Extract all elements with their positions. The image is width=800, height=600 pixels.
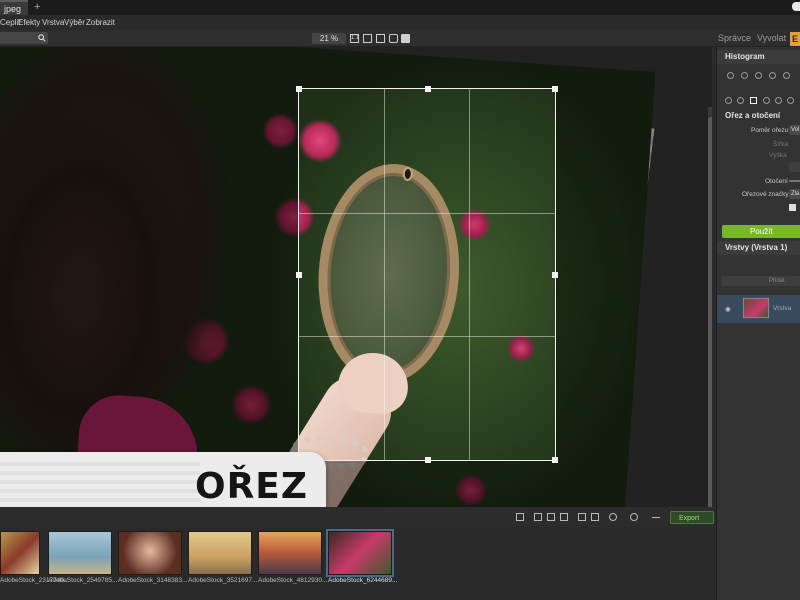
- copy-icon[interactable]: [547, 513, 555, 521]
- menu-item-zobrazit[interactable]: Zobrazit: [86, 15, 115, 30]
- apply-button[interactable]: Použít: [722, 225, 800, 238]
- menu-bar: Ceplit Efekty Vrstva Výběr Zobrazit: [0, 15, 800, 30]
- lock-icon[interactable]: [389, 34, 398, 43]
- thumbnail-2[interactable]: [48, 531, 112, 575]
- vertical-scrollbar[interactable]: [708, 107, 712, 507]
- search-icon: [38, 34, 46, 42]
- crop-grid-line: [299, 212, 555, 214]
- aspect-ratio-label: Poměr ořezu: [751, 127, 789, 134]
- thumbnail-label: AdobeStock_3521697...: [188, 577, 258, 584]
- notification-icon[interactable]: [792, 2, 800, 11]
- delete-icon[interactable]: [534, 513, 542, 521]
- crop-handle-bottom[interactable]: [425, 457, 431, 463]
- layer-row[interactable]: ◉ Vrstva: [717, 295, 800, 323]
- select-icon[interactable]: [516, 513, 524, 521]
- crop-handle-top-right[interactable]: [552, 86, 558, 92]
- crop-marks-label: Ořezové značky: [742, 191, 789, 198]
- crop-handle-right[interactable]: [552, 272, 558, 278]
- crop-frame[interactable]: [296, 86, 558, 463]
- thumbnail-1[interactable]: [0, 531, 40, 575]
- thumbnail-label: AdobeStock_6244689...: [328, 577, 398, 584]
- rotation-slider[interactable]: [789, 180, 800, 182]
- search-input[interactable]: [0, 32, 48, 44]
- menu-item-efekty[interactable]: Efekty: [18, 15, 40, 30]
- eye-icon[interactable]: [787, 97, 794, 104]
- thumbnail-label: AdobeStock_3148383...: [118, 577, 188, 584]
- mode-tab-spravce[interactable]: Správce: [718, 30, 751, 47]
- brush-icon[interactable]: [737, 97, 744, 104]
- redo-icon[interactable]: [741, 72, 748, 79]
- rotate-left-icon[interactable]: [609, 513, 617, 521]
- toolbar: 21 % 1:1 Správce Vyvolat E: [0, 30, 800, 47]
- export-button[interactable]: Export: [670, 511, 714, 524]
- scrollbar-thumb[interactable]: [708, 117, 712, 507]
- new-tab-button[interactable]: +: [34, 0, 40, 15]
- crop-grid-line: [469, 89, 471, 460]
- filmstrip: AdobeStock_2317740... AdobeStock_2549785…: [0, 527, 716, 600]
- option-checkbox[interactable]: [789, 204, 796, 211]
- crop-section-title: Ořez a otočení: [717, 109, 800, 123]
- thumbnail-label: AdobeStock_2549785...: [48, 577, 118, 584]
- print-icon[interactable]: [578, 513, 586, 521]
- actual-size-icon[interactable]: 1:1: [350, 34, 359, 43]
- histogram-header[interactable]: Histogram: [717, 50, 800, 64]
- rotate-icon[interactable]: [769, 72, 776, 79]
- compare-icon[interactable]: [401, 34, 410, 43]
- effects-icon[interactable]: [763, 97, 770, 104]
- overlay-stripes: [0, 462, 200, 502]
- zoom-level-field[interactable]: 21 %: [312, 33, 346, 44]
- layer-visibility-icon[interactable]: ◉: [725, 305, 731, 313]
- layers-header[interactable]: Vrstvy (Vrstva 1): [717, 241, 800, 255]
- fit-window-icon[interactable]: [363, 34, 372, 43]
- height-label: Výška: [769, 152, 787, 159]
- mode-tab-edit[interactable]: E: [790, 32, 800, 46]
- flip-icon[interactable]: [783, 72, 790, 79]
- thumbnail-4[interactable]: [188, 531, 252, 575]
- thumbnail-6[interactable]: [326, 529, 394, 577]
- fullscreen-icon[interactable]: [376, 34, 385, 43]
- thumbnail-3[interactable]: [118, 531, 182, 575]
- aspect-ratio-select[interactable]: Vol: [789, 125, 800, 135]
- thumbnail-label: AdobeStock_4812930...: [258, 577, 328, 584]
- tab-bar: jpeg +: [0, 0, 800, 15]
- adjust-icon[interactable]: [725, 97, 732, 104]
- crop-handle-top[interactable]: [425, 86, 431, 92]
- mode-tab-vyvolat[interactable]: Vyvolat: [757, 30, 786, 47]
- text-icon[interactable]: [775, 97, 782, 104]
- history-icon[interactable]: [755, 72, 762, 79]
- dimension-field[interactable]: [789, 162, 800, 172]
- crop-grid-line: [384, 89, 386, 460]
- share-icon[interactable]: [591, 513, 599, 521]
- menu-item-vyber[interactable]: Výběr: [64, 15, 85, 30]
- layer-thumbnail: [743, 298, 769, 318]
- crop-tool-icon[interactable]: [750, 97, 757, 104]
- image-canvas[interactable]: [0, 47, 712, 507]
- rotation-label: Otočení: [765, 178, 788, 185]
- crop-handle-left[interactable]: [296, 272, 302, 278]
- crop-grid-line: [299, 336, 555, 338]
- layer-name: Vrstva: [773, 305, 792, 312]
- thumbnail-5[interactable]: [258, 531, 322, 575]
- undo-icon[interactable]: [727, 72, 734, 79]
- move-icon[interactable]: [560, 513, 568, 521]
- more-icon[interactable]: [652, 517, 660, 518]
- crop-marks-select[interactable]: Zla: [789, 189, 800, 199]
- crop-handle-bottom-right[interactable]: [552, 457, 558, 463]
- overlay-title: OŘEZ: [194, 466, 308, 507]
- document-tab[interactable]: jpeg: [0, 0, 28, 15]
- rotate-right-icon[interactable]: [630, 513, 638, 521]
- add-layer-button[interactable]: Přidat: [721, 276, 800, 286]
- right-panel: Histogram Ořez a otočení Poměr ořezu Vol…: [716, 47, 800, 600]
- menu-item-vrstva[interactable]: Vrstva: [42, 15, 64, 30]
- width-label: Šířka: [773, 141, 789, 148]
- filmstrip-toolbar: Export: [0, 507, 716, 527]
- crop-handle-top-left[interactable]: [296, 86, 302, 92]
